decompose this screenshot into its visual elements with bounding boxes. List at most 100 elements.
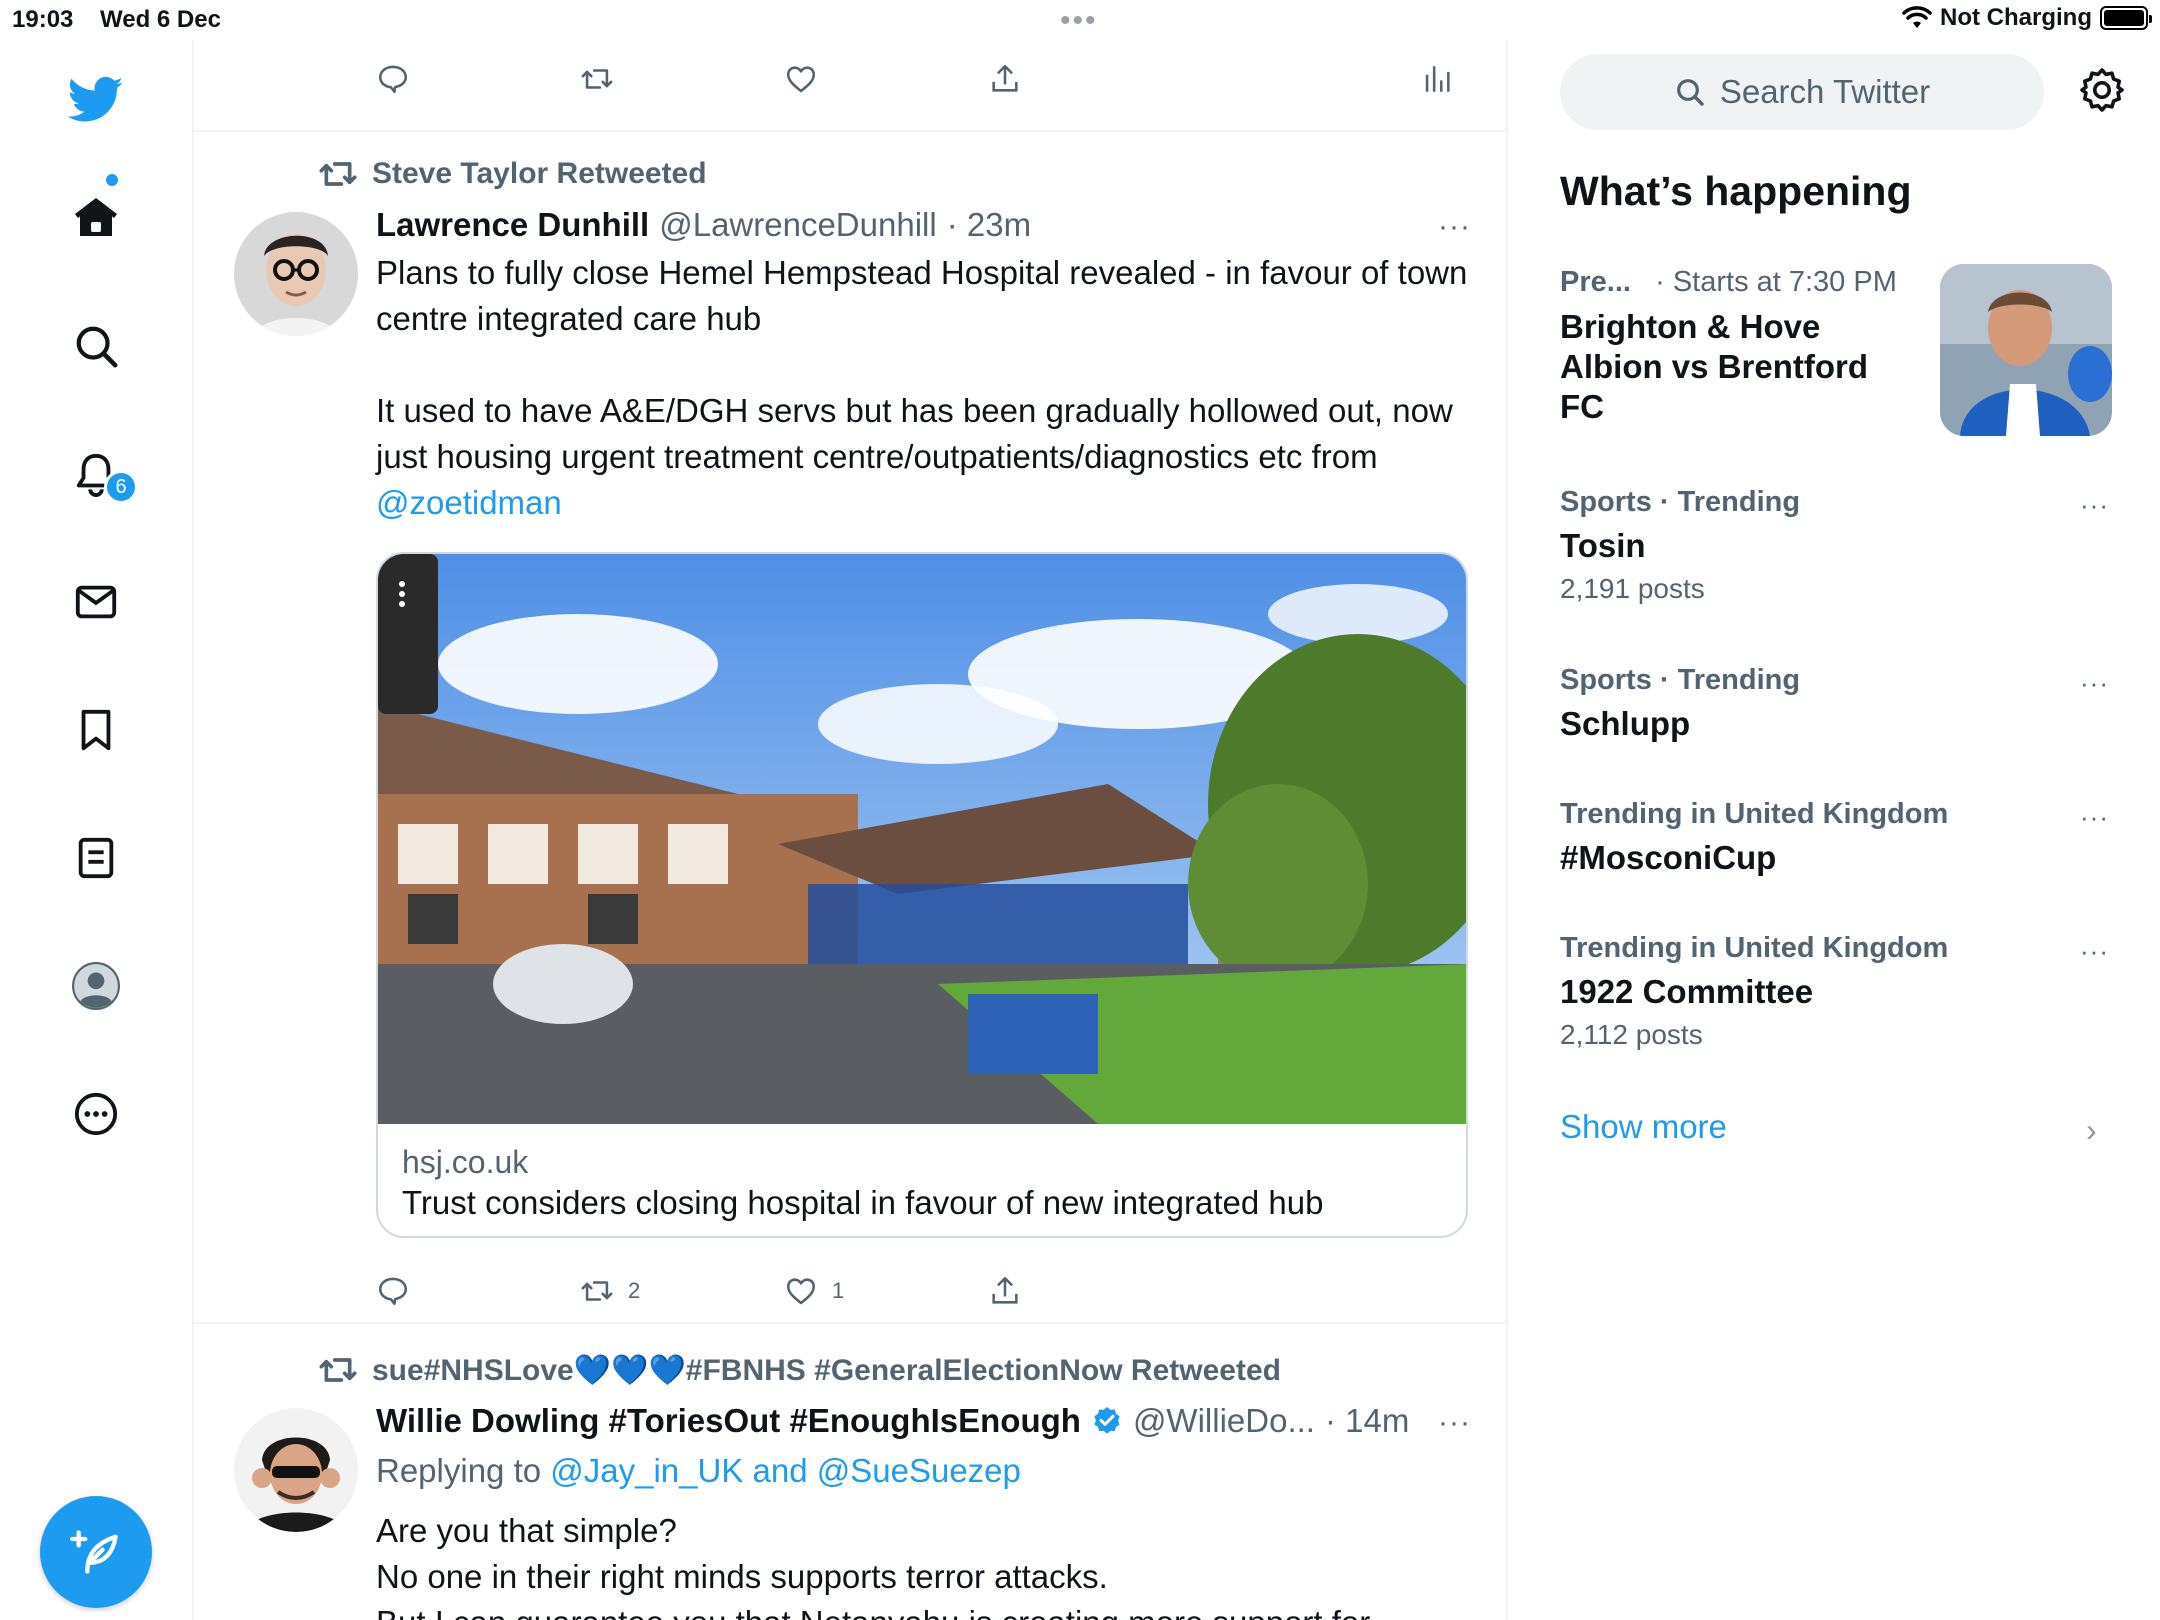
tweet-paragraph-text: It used to have A&E/DGH servs but has be…	[376, 392, 1453, 475]
trend-category: Trending in United Kingdom	[1560, 932, 1949, 964]
home-icon[interactable]	[68, 190, 124, 246]
like-count: 1	[832, 1278, 845, 1303]
search-input[interactable]: Search Twitter	[1560, 54, 2044, 130]
event-meta: Pre... · Starts at 7:30 PM	[1560, 266, 1940, 299]
multitask-dots[interactable]: •••	[1060, 4, 1098, 38]
search-placeholder: Search Twitter	[1719, 73, 1931, 110]
status-right: Not Charging	[1902, 4, 2152, 32]
retweet-count: 2	[628, 1278, 641, 1303]
retweet-icon	[319, 162, 357, 186]
event-time: · Starts at 7:30 PM	[1655, 266, 1897, 298]
tweet-time[interactable]: · 14m	[1325, 1402, 1409, 1440]
charging-status: Not Charging	[1940, 4, 2092, 31]
verified-badge-icon	[1094, 1407, 1120, 1434]
chevron-right-icon[interactable]: ›	[2086, 1112, 2097, 1149]
tweet-more-button[interactable]: ···	[1438, 210, 1471, 244]
author-name[interactable]: Willie Dowling #ToriesOut #EnoughIsEnoug…	[376, 1402, 1081, 1440]
tweet-line: Are you that simple?	[376, 1512, 677, 1549]
like-button[interactable]: 1	[784, 1274, 988, 1308]
notifications-badge: 6	[104, 470, 138, 504]
settings-gear-icon[interactable]	[2078, 66, 2126, 114]
card-domain: hsj.co.uk	[402, 1144, 529, 1180]
twitter-logo-icon[interactable]	[68, 72, 124, 128]
home-unread-dot	[106, 174, 118, 186]
event-item[interactable]: Pre... · Starts at 7:30 PM Brighton & Ho…	[1560, 266, 1940, 427]
trend-posts: 2,112 posts	[1560, 1019, 1703, 1050]
lists-icon[interactable]	[68, 830, 124, 886]
retweet-icon	[319, 1358, 357, 1382]
trend-name: Schlupp	[1560, 705, 1691, 742]
heart-icon	[786, 1278, 816, 1305]
trend-category: Sports · Trending	[1560, 664, 1801, 696]
tweet-header: Willie Dowling #ToriesOut #EnoughIsEnoug…	[376, 1402, 1409, 1440]
bookmarks-icon[interactable]	[68, 702, 124, 758]
status-date: Wed 6 Dec	[100, 6, 221, 33]
replying-to-links[interactable]: @Jay_in_UK and @SueSuezep	[550, 1452, 1021, 1489]
avatar[interactable]	[234, 1408, 358, 1532]
tweet-actions: 2 1	[376, 1274, 1192, 1308]
tweet-paragraph: Plans to fully close Hemel Hempstead Hos…	[376, 254, 1468, 337]
more-options-icon[interactable]	[68, 1086, 124, 1142]
tweet-divider	[194, 1322, 1506, 1324]
retweet-button[interactable]: 2	[580, 1274, 784, 1308]
compose-tweet-button[interactable]	[40, 1496, 152, 1608]
trend-more-button[interactable]: ···	[2080, 668, 2109, 699]
battery-icon	[2100, 6, 2152, 30]
tweet-text: Are you that simple? No one in their rig…	[376, 1508, 1476, 1620]
status-bar: 19:03 Wed 6 Dec ••• Not Charging	[0, 0, 2160, 40]
trend-category: Sports · Trending	[1560, 486, 1801, 518]
retweet-button[interactable]	[580, 62, 784, 96]
trend-name: #MosconiCup	[1560, 839, 1777, 876]
reply-icon	[378, 1277, 408, 1306]
link-card[interactable]: hsj.co.uk Trust considers closing hospit…	[376, 552, 1468, 1238]
retweet-icon	[581, 69, 613, 89]
mention-link[interactable]: @zoetidman	[376, 484, 562, 521]
tweet-line: But I can guarantee you that Netanyahu i…	[376, 1600, 1476, 1620]
previous-tweet-actions	[376, 62, 1192, 96]
status-time: 19:03	[12, 6, 74, 33]
tweet-header: Lawrence Dunhill @LawrenceDunhill · 23m	[376, 206, 1031, 244]
wifi-icon	[1902, 6, 1932, 28]
share-button[interactable]	[988, 62, 1192, 96]
tweet-text: Plans to fully close Hemel Hempstead Hos…	[376, 250, 1476, 526]
event-title: Brighton & Hove Albion vs Brentford FC	[1560, 308, 1869, 425]
search-icon[interactable]	[68, 318, 124, 374]
author-name[interactable]: Lawrence Dunhill	[376, 206, 649, 244]
profile-avatar-icon[interactable]	[68, 958, 124, 1014]
trend-more-button[interactable]: ···	[2080, 802, 2109, 833]
trend-more-button[interactable]: ···	[2080, 490, 2109, 521]
show-more-link[interactable]: Show more	[1560, 1108, 1727, 1146]
trend-item[interactable]: Sports · Trending Tosin 2,191 posts	[1560, 486, 2120, 605]
tweet-paragraph: It used to have A&E/DGH servs but has be…	[376, 388, 1476, 526]
author-handle[interactable]: @LawrenceDunhill	[659, 206, 936, 244]
analytics-icon[interactable]	[1420, 62, 1454, 96]
retweeted-by-label[interactable]: Steve Taylor Retweeted	[372, 157, 707, 191]
author-handle[interactable]: @WillieDo...	[1133, 1402, 1315, 1440]
trend-category: Trending in United Kingdom	[1560, 798, 1949, 830]
trend-item[interactable]: Trending in United Kingdom 1922 Committe…	[1560, 932, 2120, 1051]
messages-envelope-icon[interactable]	[68, 574, 124, 630]
trend-more-button[interactable]: ···	[2080, 936, 2109, 967]
retweet-context: Steve Taylor Retweeted	[318, 154, 707, 194]
share-icon	[992, 1276, 1018, 1304]
card-title: Trust considers closing hospital in favo…	[402, 1184, 1324, 1221]
tweet-more-button[interactable]: ···	[1438, 1406, 1471, 1440]
trend-item[interactable]: Trending in United Kingdom #MosconiCup	[1560, 798, 2120, 877]
trend-name: Tosin	[1560, 527, 1646, 564]
share-button[interactable]	[988, 1274, 1192, 1308]
reply-icon	[378, 65, 408, 94]
compose-feather-icon	[70, 1530, 118, 1574]
retweet-icon	[581, 1281, 613, 1301]
reply-button[interactable]	[376, 1274, 580, 1308]
like-button[interactable]	[784, 62, 988, 96]
trend-item[interactable]: Sports · Trending Schlupp	[1560, 664, 2120, 743]
retweeted-by-label[interactable]: sue#NHSLove💙💙💙#FBNHS #GeneralElectionNow…	[372, 1353, 1281, 1388]
reply-button[interactable]	[376, 62, 580, 96]
avatar[interactable]	[234, 212, 358, 336]
tweet-time[interactable]: · 23m	[947, 206, 1031, 244]
timeline[interactable]: Steve Taylor Retweeted Lawrence Dunhill …	[192, 40, 1508, 1620]
replying-prefix: Replying to	[376, 1452, 551, 1489]
left-navigation: 6	[0, 40, 192, 1620]
event-thumbnail[interactable]	[1940, 264, 2112, 436]
trend-posts: 2,191 posts	[1560, 573, 1705, 604]
